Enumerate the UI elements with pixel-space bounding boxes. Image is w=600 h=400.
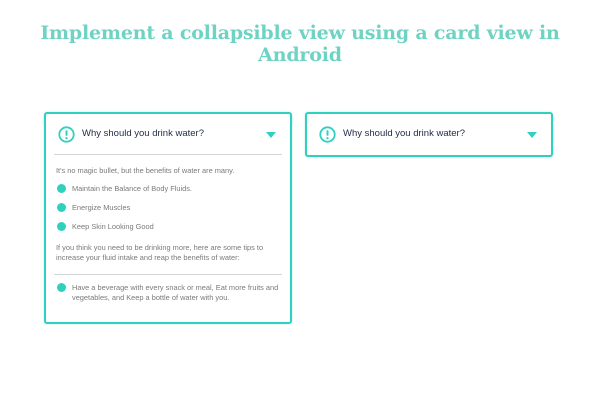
card-header-toggle[interactable]: Why should you drink water? xyxy=(307,114,551,155)
collapsed-card: Why should you drink water? xyxy=(305,112,553,157)
card-title: Why should you drink water? xyxy=(82,128,204,139)
tips-intro-text: If you think you need to be drinking mor… xyxy=(56,243,264,262)
divider xyxy=(54,274,282,275)
chevron-down-icon[interactable] xyxy=(266,132,276,138)
bullet-dot-icon xyxy=(57,283,66,292)
bullet-dot-icon xyxy=(57,222,66,231)
divider xyxy=(54,154,282,155)
page-title: Implement a collapsible view using a car… xyxy=(40,22,560,66)
bullet-dot-icon xyxy=(57,184,66,193)
card-header-toggle[interactable]: Why should you drink water? xyxy=(46,114,290,155)
card-title: Why should you drink water? xyxy=(343,128,465,139)
list-item-label: Have a beverage with every snack or meal… xyxy=(72,283,279,302)
info-icon xyxy=(319,126,336,143)
intro-text: It's no magic bullet, but the benefits o… xyxy=(56,166,235,175)
list-item-label: Energize Muscles xyxy=(72,203,131,212)
info-icon xyxy=(58,126,75,143)
bullet-dot-icon xyxy=(57,203,66,212)
chevron-down-icon[interactable] xyxy=(527,132,537,138)
list-item-label: Maintain the Balance of Body Fluids. xyxy=(72,184,192,193)
list-item-label: Keep Skin Looking Good xyxy=(72,222,154,231)
expanded-card: Why should you drink water? It's no magi… xyxy=(44,112,292,324)
